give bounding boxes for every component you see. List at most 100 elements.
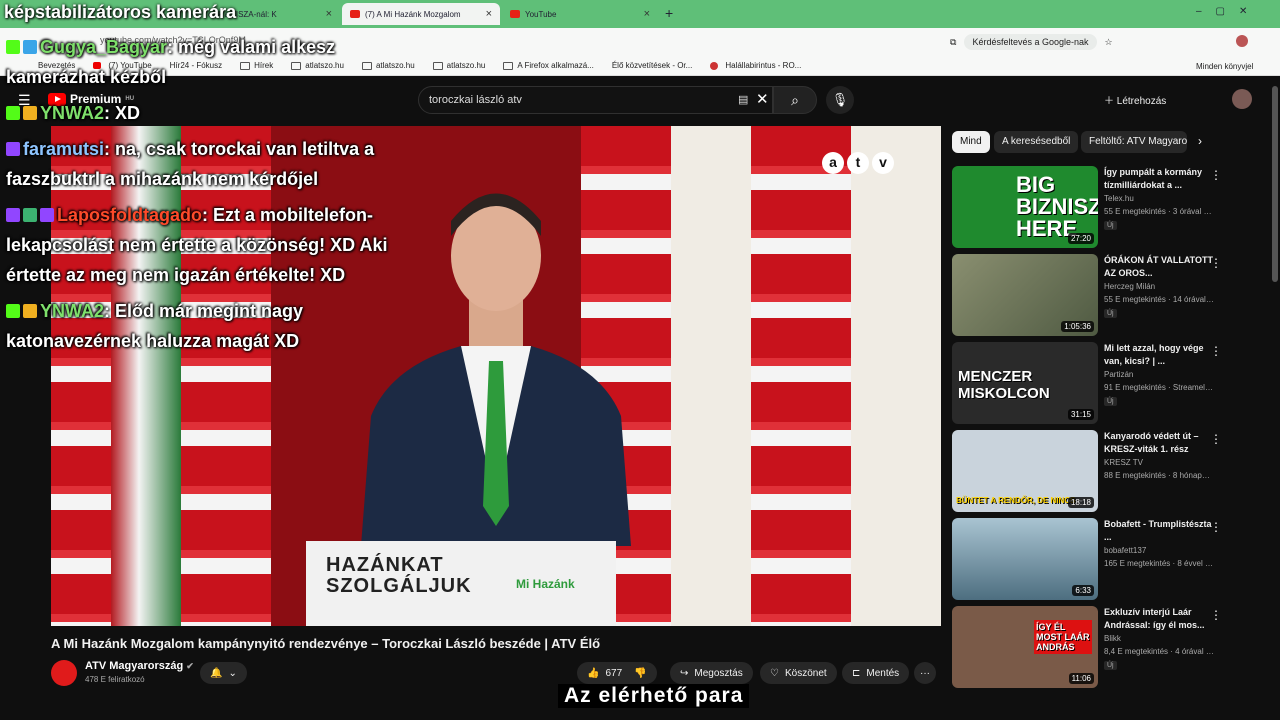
more-icon[interactable]: ⋮ [1210, 432, 1222, 446]
bookmark-folder[interactable]: atlatszo.hu [432, 61, 485, 70]
scrollbar-thumb[interactable] [1272, 86, 1278, 282]
video-thumbnail[interactable]: 1:05:36 [952, 254, 1098, 336]
profile-avatar[interactable] [1236, 35, 1248, 47]
tab-label: (7) A Mi Hazánk Mozgalom [365, 9, 461, 19]
clear-search-icon[interactable]: ✕ [756, 90, 769, 108]
thanks-button[interactable]: ♡ Köszönet [760, 662, 837, 684]
video-title: A Mi Hazánk Mozgalom kampánynyitó rendez… [51, 636, 601, 651]
more-icon[interactable]: ⋮ [1210, 520, 1222, 534]
watermark-letter: t [847, 152, 869, 174]
star-icon[interactable]: ☆ [1105, 37, 1113, 48]
channel-avatar[interactable] [51, 660, 77, 686]
podium: HAZÁNKAT SZOLGÁLJUK Mi Hazánk [306, 541, 616, 626]
bookmark-item[interactable]: Halállabirintus - RO... [710, 61, 801, 70]
podium-line: HAZÁNKAT [326, 554, 444, 576]
chip-all[interactable]: Mind [952, 131, 990, 153]
channel-name[interactable]: Blikk [1104, 634, 1121, 643]
video-title[interactable]: ÓRÁKON ÁT VALLATOTT AZ OROS... [1104, 254, 1214, 280]
google-ask-pill[interactable]: Kérdésfeltevés a Google-nak [964, 34, 1097, 50]
chip-from-search[interactable]: A keresésedből [994, 131, 1079, 153]
chevron-down-icon: ⌄ [228, 667, 237, 679]
channel-name[interactable]: ATV Magyarország ✔ [85, 660, 194, 672]
channel-name[interactable]: Partizán [1104, 370, 1133, 379]
chat-message: Laposfoldtagado: Ezt a mobiltelefon-leka… [6, 200, 426, 290]
subscriber-count: 478 E feliratkozó [85, 675, 145, 684]
like-button[interactable]: 👍 677 👎 [577, 662, 657, 684]
channel-name[interactable]: Herczeg Milán [1104, 282, 1155, 291]
video-meta: 88 E megtekintés · 8 hónappal... [1104, 471, 1214, 480]
folder-icon [503, 61, 514, 70]
video-title[interactable]: Így pumpált a kormány tízmilliárdokat a … [1104, 166, 1214, 192]
thumbnail-text: BIG BIZNISZ HERE [1016, 172, 1098, 241]
tab-youtube[interactable]: YouTube × [502, 3, 658, 25]
create-button[interactable]: ＋ Létrehozás [1104, 92, 1166, 107]
more-actions-button[interactable]: ··· [914, 662, 936, 684]
close-icon[interactable]: × [326, 8, 332, 20]
window-controls[interactable]: –▢✕ [1196, 6, 1261, 17]
more-icon[interactable]: ⋮ [1210, 608, 1222, 622]
channel-name-text: ATV Magyarország [85, 660, 184, 672]
account-avatar[interactable] [1232, 89, 1252, 109]
tab-mi-hazank[interactable]: (7) A Mi Hazánk Mozgalom × [342, 3, 500, 25]
channel-name[interactable]: bobafett137 [1104, 546, 1146, 555]
google-ask-area[interactable]: ⧉ Kérdésfeltevés a Google-nak ☆ [950, 33, 1113, 51]
video-thumbnail[interactable]: BIG BIZNISZ HERE 27:20 [952, 166, 1098, 248]
recommendation-item[interactable]: BIG BIZNISZ HERE 27:20 Így pumpált a korm… [952, 166, 1272, 250]
more-icon[interactable]: ⋮ [1210, 344, 1222, 358]
video-title[interactable]: Bobafett - Trumplistészta ... [1104, 518, 1214, 544]
recommendation-item[interactable]: 6:33 Bobafett - Trumplistészta ... bobaf… [952, 518, 1272, 602]
chevron-right-icon[interactable]: › [1198, 134, 1202, 148]
podium-line: SZOLGÁLJUK [326, 575, 472, 597]
chat-username: Laposfoldtagado [57, 205, 202, 225]
more-icon[interactable]: ⋮ [1210, 168, 1222, 182]
bookmark-item[interactable]: Élő közvetítések - Or... [612, 61, 692, 70]
kick-badge-icon [6, 106, 20, 120]
chip-from-uploader[interactable]: Feltöltő: ATV Magyarország [1081, 131, 1187, 153]
new-tab-button[interactable]: + [665, 5, 673, 21]
bookmark-folder[interactable]: A Firefox alkalmazá... [503, 61, 594, 70]
recommendation-item[interactable]: BÜNTET A RENDŐR, DE NINCS 18:18 Kanyarodó… [952, 430, 1272, 514]
video-title[interactable]: Kanyarodó védett út – KRESZ-viták 1. rés… [1104, 430, 1214, 456]
bookmark-icon: ⊏ [852, 667, 861, 679]
recommendation-item[interactable]: MENCZER MISKOLCON 31:15 Mi lett azzal, ho… [952, 342, 1272, 426]
channel-name[interactable]: KRESZ TV [1104, 458, 1143, 467]
voice-search-button[interactable]: 🎙 [826, 86, 854, 114]
watermark-letter: v [872, 152, 894, 174]
video-meta: 91 E megtekintés · Streamelve... [1104, 383, 1214, 392]
chat-message: Gugya_Bagyar: még valami alkesz kamerázh… [6, 32, 386, 92]
more-icon[interactable]: ⋮ [1210, 256, 1222, 270]
channel-name[interactable]: Telex.hu [1104, 194, 1134, 203]
bookmark-label: Halállabirintus - RO... [725, 61, 802, 70]
video-title[interactable]: Exkluzív interjú Laár Andrással: így él … [1104, 606, 1214, 632]
search-input[interactable]: toroczkai lászló atv [418, 86, 773, 114]
video-thumbnail[interactable]: ÍGY ÉL MOST LAÁR ANDRÁS 11:06 [952, 606, 1098, 688]
recommendation-item[interactable]: ÍGY ÉL MOST LAÁR ANDRÁS 11:06 Exkluzív in… [952, 606, 1272, 690]
chat-username: YNWA2 [40, 103, 105, 123]
video-thumbnail[interactable]: 6:33 [952, 518, 1098, 600]
duration-badge: 6:33 [1072, 585, 1094, 596]
verified-icon: ✔ [186, 661, 194, 671]
save-button[interactable]: ⊏ Mentés [842, 662, 910, 684]
duration-badge: 11:06 [1068, 673, 1094, 684]
chat-username: Gugya_Bagyar [40, 37, 168, 57]
video-thumbnail[interactable]: BÜNTET A RENDŐR, DE NINCS 18:18 [952, 430, 1098, 512]
recommendation-item[interactable]: 1:05:36 ÓRÁKON ÁT VALLATOTT AZ OROS... H… [952, 254, 1272, 338]
share-button[interactable]: ↪ Megosztás [670, 662, 753, 684]
search-button[interactable]: ⌕ [773, 86, 817, 114]
thumbs-down-icon[interactable]: 👎 [634, 668, 646, 679]
thumbs-up-icon: 👍 [587, 667, 600, 679]
heart-dollar-icon: ♡ [770, 667, 779, 679]
close-icon[interactable]: × [644, 8, 650, 20]
other-bookmarks[interactable]: Minden könyvjel [1196, 62, 1253, 71]
microphone-icon: 🎙 [831, 92, 849, 107]
bookmark-label: Élő közvetítések - Or... [611, 61, 693, 70]
video-title[interactable]: Mi lett azzal, hogy vége van, kicsi? | .… [1104, 342, 1214, 368]
youtube-favicon-icon [350, 10, 360, 18]
notification-bell-button[interactable]: 🔔 ⌄ [200, 662, 247, 684]
keyboard-icon[interactable]: ▤ [738, 93, 748, 106]
video-subtitle: Az elérhető para [558, 684, 750, 708]
close-icon[interactable]: × [486, 8, 492, 20]
video-thumbnail[interactable]: MENCZER MISKOLCON 31:15 [952, 342, 1098, 424]
flag-backdrop [671, 126, 751, 626]
chat-message: YNWA2: Előd már megint nagy katonavezérn… [6, 296, 366, 356]
